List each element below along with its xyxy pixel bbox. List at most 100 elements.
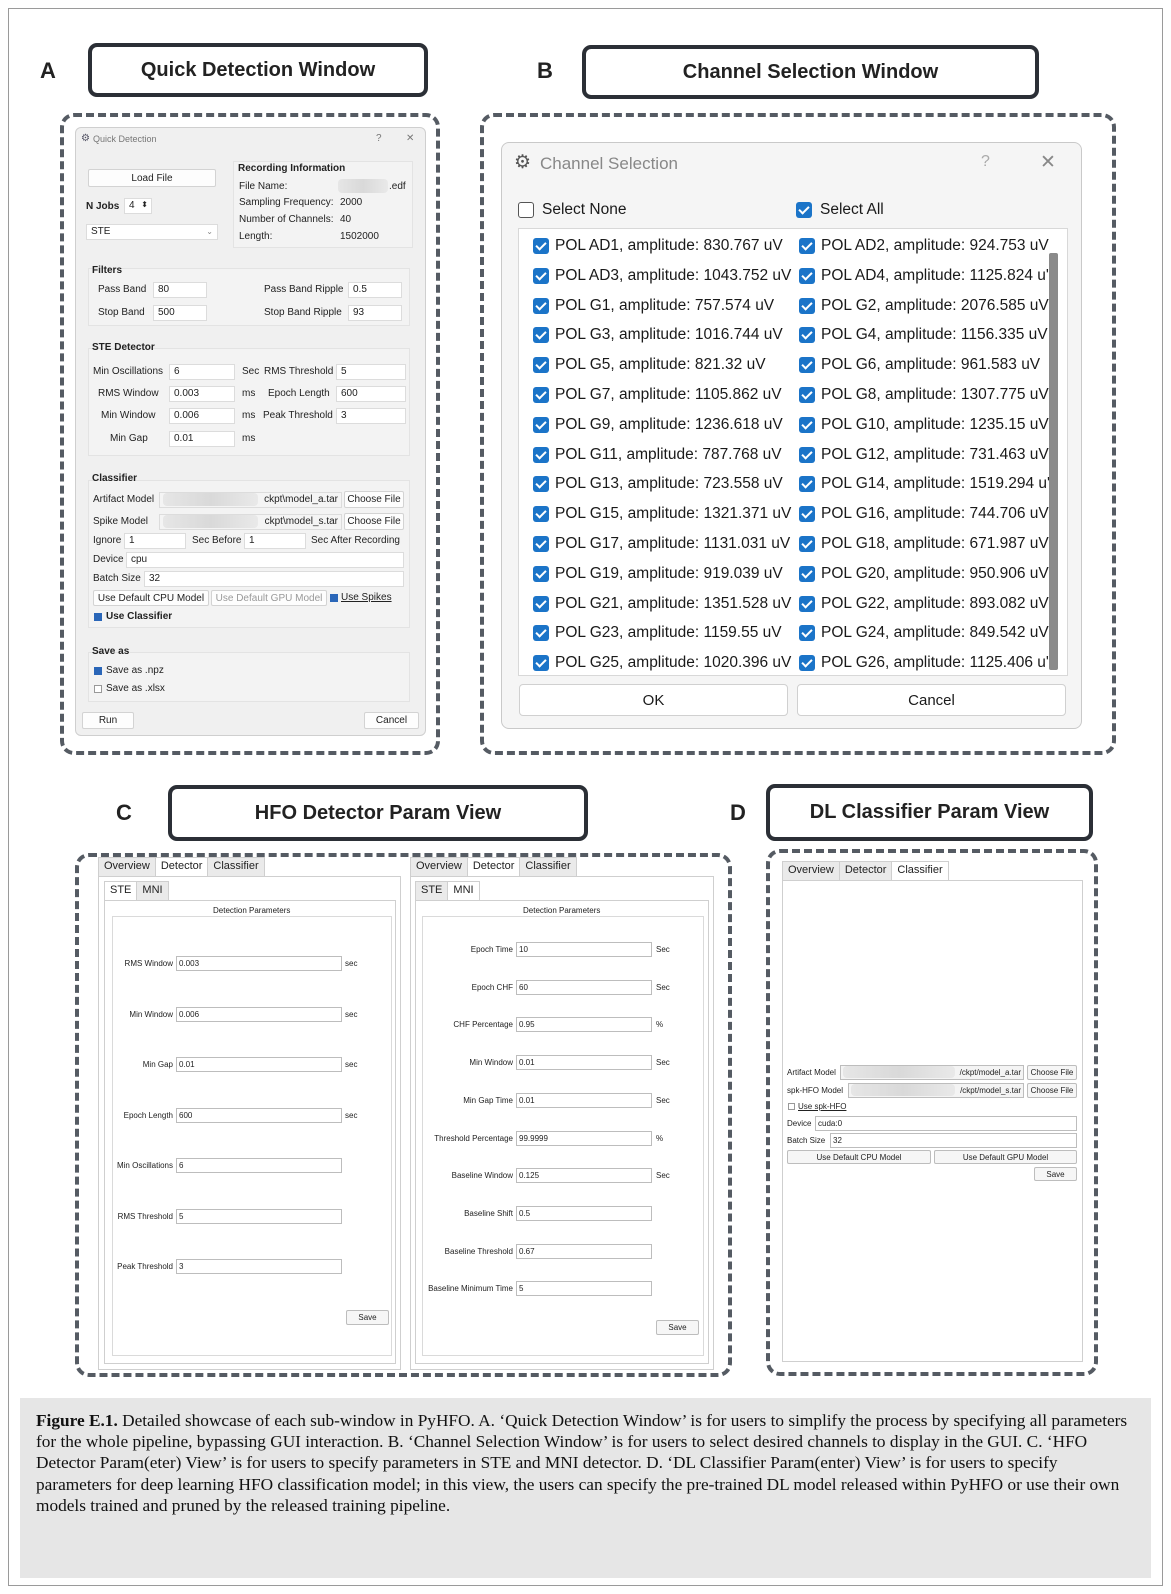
stop-ripple-input[interactable]: 93 — [348, 305, 402, 321]
njobs-spinbox[interactable]: 4 ⬍ — [124, 198, 152, 214]
param-input[interactable]: 5 — [176, 1208, 342, 1224]
param-input[interactable]: 0.006 — [176, 1006, 342, 1022]
device-input[interactable]: cpu — [126, 552, 404, 568]
save-npz-checkbox[interactable] — [94, 667, 102, 675]
channel-checkbox[interactable] — [533, 416, 549, 433]
ignore-before-input[interactable]: 1 — [124, 533, 186, 549]
channel-checkbox[interactable] — [799, 565, 815, 582]
run-button[interactable]: Run — [82, 712, 134, 729]
choose-file-button[interactable]: Choose File — [344, 491, 404, 508]
channel-checkbox[interactable] — [533, 655, 549, 672]
spin-arrows-icon[interactable]: ⬍ — [141, 199, 148, 212]
subtab-mni[interactable]: MNI — [136, 881, 169, 901]
channel-checkbox[interactable] — [799, 297, 815, 314]
channel-checkbox[interactable] — [533, 327, 549, 344]
channel-checkbox[interactable] — [799, 387, 815, 403]
pass-ripple-input[interactable]: 0.5 — [348, 282, 402, 298]
channel-checkbox[interactable] — [799, 416, 815, 433]
channel-checkbox[interactable] — [799, 446, 815, 463]
tab-classifier[interactable]: Classifier — [519, 857, 577, 877]
cancel-button[interactable]: Cancel — [364, 712, 419, 729]
cancel-button[interactable]: Cancel — [797, 684, 1066, 716]
ignore-after-input[interactable]: 1 — [244, 533, 306, 549]
param-input[interactable]: 0.003 — [176, 956, 342, 971]
channel-checkbox[interactable] — [533, 595, 549, 612]
channel-checkbox[interactable] — [533, 297, 549, 314]
param-input[interactable]: 99.9999 — [516, 1130, 652, 1146]
channel-checkbox[interactable] — [799, 655, 815, 672]
load-file-button[interactable]: Load File — [88, 169, 216, 187]
subtab-ste[interactable]: STE — [415, 881, 449, 901]
param-input[interactable]: 60 — [516, 979, 652, 995]
param-input[interactable]: 5 — [516, 1281, 652, 1297]
rms-win-input[interactable]: 0.003 — [169, 386, 235, 402]
channel-checkbox[interactable] — [799, 476, 815, 493]
tab-overview[interactable]: Overview — [410, 857, 468, 877]
channel-list[interactable]: POL AD1, amplitude: 830.767 uV POL AD2, a… — [518, 228, 1068, 676]
tab-detector[interactable]: Detector — [838, 861, 893, 881]
channel-checkbox[interactable] — [533, 625, 549, 642]
channel-checkbox[interactable] — [799, 238, 815, 254]
min-win-input[interactable]: 0.006 — [169, 408, 235, 424]
pass-band-input[interactable]: 80 — [153, 282, 207, 298]
channel-checkbox[interactable] — [533, 536, 549, 552]
param-input[interactable]: 0.01 — [516, 1055, 652, 1071]
choose-file-button[interactable]: Choose File — [344, 513, 404, 530]
param-input[interactable]: 0.01 — [176, 1057, 342, 1072]
help-button[interactable]: ? — [981, 153, 990, 171]
save-button[interactable]: Save — [346, 1310, 389, 1325]
rms-thr-input[interactable]: 5 — [336, 364, 406, 380]
channel-checkbox[interactable] — [533, 476, 549, 493]
stop-band-input[interactable]: 500 — [153, 305, 207, 321]
channel-checkbox[interactable] — [799, 595, 815, 612]
param-input[interactable]: 0.125 — [516, 1168, 652, 1184]
tab-overview[interactable]: Overview — [98, 857, 156, 877]
close-icon[interactable]: ✕ — [1040, 151, 1056, 174]
default-gpu-button[interactable]: Use Default GPU Model — [211, 590, 327, 606]
use-spikes-checkbox[interactable] — [330, 594, 338, 602]
param-input[interactable]: 0.95 — [516, 1017, 652, 1033]
save-xlsx-checkbox[interactable] — [94, 685, 102, 693]
use-spk-checkbox[interactable] — [788, 1103, 795, 1110]
min-gap-input[interactable]: 0.01 — [169, 431, 235, 447]
param-input[interactable]: 3 — [176, 1259, 342, 1274]
channel-checkbox[interactable] — [533, 357, 549, 374]
tab-classifier[interactable]: Classifier — [207, 857, 265, 877]
channel-checkbox[interactable] — [799, 506, 815, 523]
close-icon[interactable]: ✕ — [406, 133, 414, 144]
channel-checkbox[interactable] — [533, 506, 549, 523]
channel-checkbox[interactable] — [533, 387, 549, 403]
detector-select[interactable]: STE ⌄ — [86, 224, 218, 240]
channel-checkbox[interactable] — [799, 327, 815, 344]
param-input[interactable]: 0.67 — [516, 1243, 652, 1259]
subtab-mni[interactable]: MNI — [447, 881, 480, 901]
channel-checkbox[interactable] — [799, 625, 815, 642]
device-input[interactable]: cuda:0 — [815, 1116, 1077, 1131]
tab-detector[interactable]: Detector — [154, 857, 209, 877]
channel-checkbox[interactable] — [533, 446, 549, 463]
ok-button[interactable]: OK — [519, 684, 788, 716]
use-classifier-checkbox[interactable] — [94, 613, 102, 621]
help-button[interactable]: ? — [376, 133, 382, 144]
subtab-ste[interactable]: STE — [104, 881, 138, 901]
choose-file-button[interactable]: Choose File — [1027, 1083, 1077, 1098]
default-gpu-button[interactable]: Use Default GPU Model — [934, 1150, 1077, 1164]
param-input[interactable]: 0.5 — [516, 1205, 652, 1221]
tab-overview[interactable]: Overview — [782, 861, 840, 881]
tab-detector[interactable]: Detector — [466, 857, 521, 877]
peak-thr-input[interactable]: 3 — [336, 408, 406, 424]
batch-size-input[interactable]: 32 — [144, 571, 404, 587]
channel-checkbox[interactable] — [533, 238, 549, 254]
channel-checkbox[interactable] — [533, 267, 549, 284]
default-cpu-button[interactable]: Use Default CPU Model — [93, 590, 209, 606]
param-input[interactable]: 6 — [176, 1158, 342, 1173]
channel-checkbox[interactable] — [799, 357, 815, 374]
channel-checkbox[interactable] — [799, 267, 815, 284]
param-input[interactable]: 600 — [176, 1107, 342, 1123]
save-button[interactable]: Save — [1034, 1167, 1077, 1181]
tab-classifier[interactable]: Classifier — [891, 861, 949, 881]
default-cpu-button[interactable]: Use Default CPU Model — [787, 1150, 931, 1164]
channel-list-scrollbar[interactable] — [1049, 253, 1058, 670]
epoch-len-input[interactable]: 600 — [336, 386, 406, 402]
choose-file-button[interactable]: Choose File — [1027, 1065, 1077, 1080]
